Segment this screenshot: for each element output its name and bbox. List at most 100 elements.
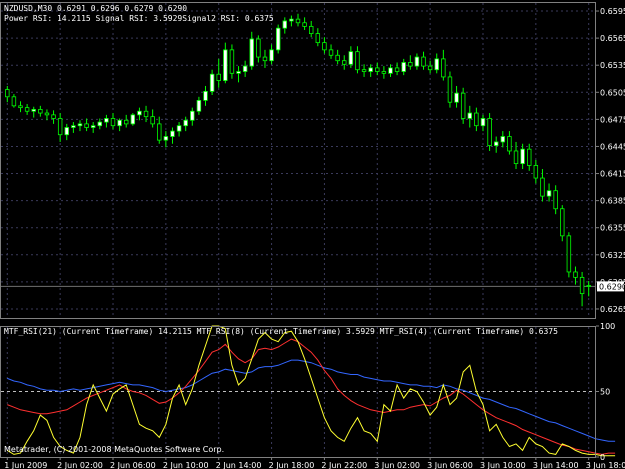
candle-bull [77,123,83,127]
candle-bull [467,112,472,119]
candle-bull [434,58,439,71]
candle-bull [546,190,552,197]
candle-bull [170,130,175,137]
candle-bear [408,62,413,67]
candle-bear [527,148,532,166]
candle-bear [566,235,572,273]
x-tick-label: 2 Jun 14:00 [216,461,262,469]
candle-bear [256,38,261,58]
candle-bull [269,49,274,62]
candle-bear [573,271,578,278]
candle-bear [553,190,558,210]
x-tick-label: 1 Jun 2009 [4,461,47,469]
main-chart-grid [1,3,595,318]
candle-bear [487,118,492,146]
candle-bear [427,65,433,71]
candle-bear [216,73,221,81]
y-tick-label: 0.6565 [600,34,625,43]
candle-bear [533,165,539,179]
candle-bull [236,71,241,74]
candle-bear [110,118,116,127]
x-tick-label: 2 Jun 18:00 [269,461,315,469]
candle-bull [90,125,96,128]
candle-bear [262,56,268,62]
candle-bull [368,67,373,72]
x-tick-label: 3 Jun 10:00 [480,461,526,469]
candle-bear [441,58,446,78]
candle-bear [375,67,380,72]
candle-bull [137,110,142,116]
candle-bull [242,65,248,72]
candle-bear [421,56,426,67]
candle-bull [196,100,202,112]
candle-bear [447,76,453,103]
y-tick-label: 0.6595 [600,7,625,16]
x-tick-label: 3 Jun 14:00 [533,461,579,469]
candle-bear [5,89,10,98]
candle-bear [38,109,43,114]
candle-bear [394,67,400,72]
chart-canvas: 1 Jun 2009 2 Jun 02:00 2 Jun 06:00 2 Jun 10… [0,2,625,469]
candle-bear [44,112,50,116]
candle-bull [480,118,486,127]
candle-bull [520,148,525,165]
candle-bear [335,54,340,62]
y-tick-label: 0.6385 [600,197,625,206]
candle-bull [190,110,195,121]
candle-bear [51,114,56,119]
x-tick-label: 3 Jun 02:00 [374,461,420,469]
candle-bear [342,60,347,65]
indicator-grid [1,327,595,457]
candle-bull [414,56,420,67]
candle-bear [150,116,155,125]
candle-bear [361,69,367,72]
candle-bear [315,33,321,44]
candle-bull [493,141,499,146]
candle-bull [104,118,109,123]
ind-y-tick-label: 0 [600,453,605,462]
candle-bull [64,127,69,136]
candle-bear [322,42,327,51]
candle-bear [308,25,314,34]
indicator-info: Power RSI: 14.2115 Signal RSI: 3.5929Sig… [4,14,274,23]
candle-bull [223,49,228,81]
candle-bull [176,125,182,132]
candle-bear [143,110,149,118]
candle-bear [560,208,565,237]
y-tick-label: 0.6355 [600,224,625,233]
rsi-lines [7,325,616,457]
rsi-series-line-1 [7,359,616,442]
rsi-series-line-3 [7,325,616,457]
candle-bull [275,27,281,51]
candle-bull [71,125,76,128]
candle-bear [579,276,585,295]
candle-bull [282,20,288,29]
candle-bear [474,112,479,127]
candle-bear [540,177,545,197]
candle-bear [11,96,17,107]
candle-bear [460,92,466,119]
candle-bear [381,71,387,74]
y-tick-label: 0.6415 [600,170,625,179]
candle-bear [24,107,30,112]
y-tick-label: 0.6265 [600,305,625,314]
candle-bear [355,51,360,71]
candle-series [5,13,591,307]
ind-y-tick-label: 50 [600,388,610,397]
candle-bull [454,92,459,103]
candle-bear [84,123,89,128]
candle-bear [57,118,63,136]
candle-bull [388,67,393,74]
x-tick-label: 2 Jun 06:00 [110,461,156,469]
x-tick-label: 2 Jun 22:00 [321,461,367,469]
candle-bear [586,285,591,287]
candle-bear [295,18,301,24]
x-tick-label: 3 Jun 18:00 [586,461,625,469]
candle-bear [18,105,23,109]
y-tick-label: 0.6475 [600,115,625,124]
x-tick-label: 2 Jun 10:00 [163,461,209,469]
x-tick-label: 3 Jun 06:00 [427,461,473,469]
candle-bull [348,51,354,65]
candle-bear [507,136,512,152]
ind-y-tick-label: 100 [600,322,615,331]
